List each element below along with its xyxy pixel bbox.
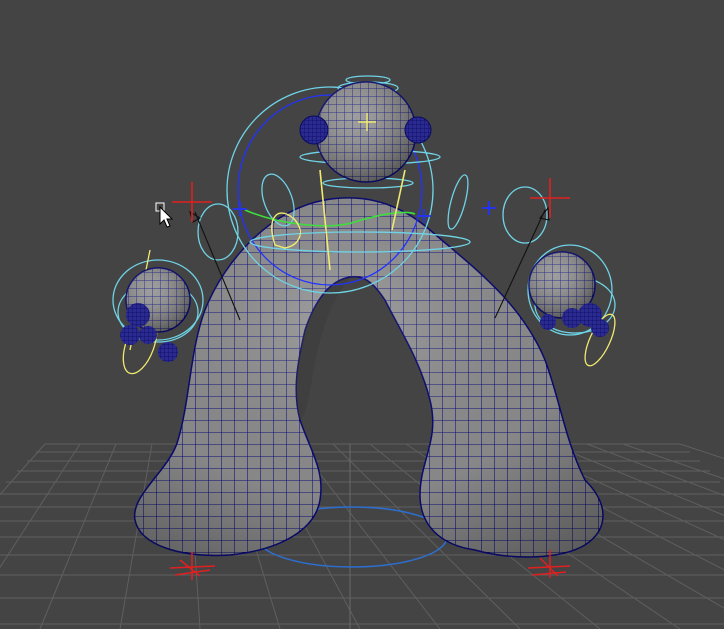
head-mesh[interactable] — [299, 81, 432, 183]
left-pole-locator-icon[interactable] — [172, 182, 212, 222]
mouse-pointer-icon — [155, 202, 174, 228]
right-pole-locator-icon[interactable] — [530, 178, 570, 218]
left-foot-ik-icon[interactable] — [169, 552, 216, 580]
3d-viewport[interactable] — [0, 0, 724, 629]
ground-grid — [0, 443, 724, 629]
right-hand-mesh[interactable] — [528, 251, 609, 337]
